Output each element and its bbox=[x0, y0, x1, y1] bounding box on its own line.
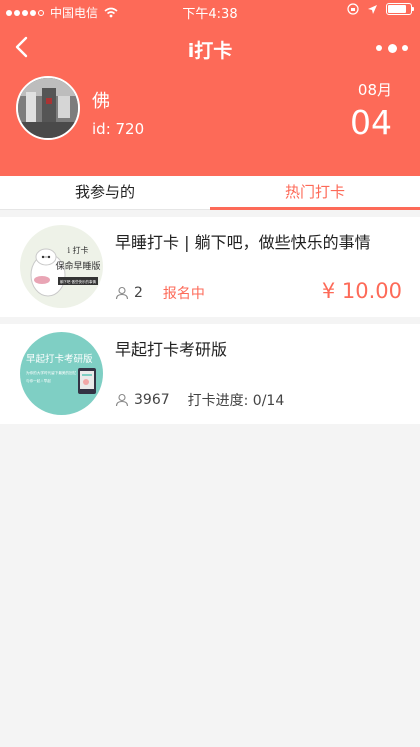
checkin-card-sleep[interactable]: i 打卡 保命早睡版 躺下吧 做些快乐的事情 早睡打卡 | 躺下吧，做些快乐的事… bbox=[0, 217, 420, 317]
status-icons bbox=[347, 3, 414, 15]
date-month: 08月 bbox=[357, 81, 392, 99]
participant-count: 3967 bbox=[134, 392, 170, 408]
user-id: id: 720 bbox=[92, 120, 145, 138]
card-thumbnail: i 打卡 保命早睡版 躺下吧 做些快乐的事情 bbox=[20, 225, 103, 308]
card-thumbnail: 早起打卡考研版 为你的大学时代留下最美的回忆 与你一起 i 早起 bbox=[20, 332, 103, 415]
status-bar: 中国电信 下午4:38 bbox=[0, 0, 420, 22]
more-button[interactable] bbox=[376, 38, 408, 58]
card-stats: 2 报名中 bbox=[115, 283, 205, 303]
card-price: ¥ 10.00 bbox=[321, 279, 402, 303]
thumb-text-1: i 打卡 bbox=[67, 245, 88, 255]
person-icon bbox=[115, 393, 129, 407]
thumb-text-1: 早起打卡考研版 bbox=[26, 353, 93, 365]
more-icon bbox=[376, 45, 382, 51]
avatar-image bbox=[18, 78, 78, 138]
battery-icon bbox=[386, 3, 414, 15]
header: 中国电信 下午4:38 i打卡 佛 id: 720 08月 04 bbox=[0, 0, 420, 176]
progress-text: 打卡进度: 0/14 bbox=[187, 393, 285, 409]
status-badge: 报名中 bbox=[162, 286, 205, 302]
tab-joined[interactable]: 我参与的 bbox=[0, 176, 210, 209]
card-title: 早睡打卡 | 躺下吧，做些快乐的事情 bbox=[115, 233, 371, 252]
user-name: 佛 bbox=[92, 91, 110, 112]
thumb-text-2: 保命早睡版 bbox=[55, 260, 100, 272]
page-title: i打卡 bbox=[187, 40, 233, 62]
date-day: 04 bbox=[350, 103, 392, 142]
thumb-text-2: 为你的大学时代留下最美的回忆 bbox=[26, 370, 77, 375]
person-icon bbox=[115, 286, 129, 300]
avatar[interactable] bbox=[16, 76, 80, 140]
checkin-card-early[interactable]: 早起打卡考研版 为你的大学时代留下最美的回忆 与你一起 i 早起 早起打卡考研版… bbox=[0, 324, 420, 424]
participant-count: 2 bbox=[134, 285, 143, 301]
location-icon bbox=[368, 4, 377, 14]
tab-popular[interactable]: 热门打卡 bbox=[210, 176, 420, 210]
thumb-text-3: 与你一起 i 早起 bbox=[26, 378, 51, 383]
orientation-lock-icon bbox=[347, 3, 359, 15]
thumb-text-3: 躺下吧 做些快乐的事情 bbox=[60, 279, 97, 284]
early-thumbnail-image: 早起打卡考研版 为你的大学时代留下最美的回忆 与你一起 i 早起 bbox=[20, 332, 103, 415]
sleep-thumbnail-image: i 打卡 保命早睡版 躺下吧 做些快乐的事情 bbox=[20, 225, 103, 308]
tab-bar: 我参与的 热门打卡 bbox=[0, 176, 420, 210]
card-stats: 3967 打卡进度: 0/14 bbox=[115, 390, 284, 410]
card-title: 早起打卡考研版 bbox=[115, 340, 228, 359]
